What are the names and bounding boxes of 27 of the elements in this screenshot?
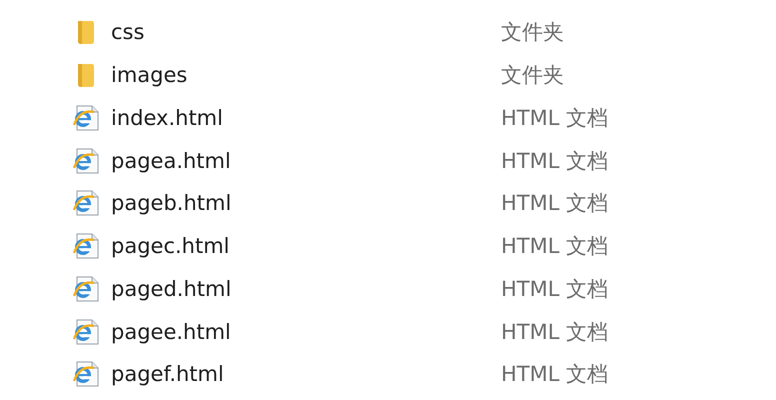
folder-icon: [76, 19, 96, 46]
file-name[interactable]: pagef.html: [111, 362, 501, 386]
web-page-icon: [70, 274, 100, 304]
file-name[interactable]: index.html: [111, 106, 501, 130]
file-name[interactable]: pagea.html: [111, 148, 501, 173]
web-page-icon: [70, 188, 100, 218]
file-type: 文件夹: [501, 19, 564, 46]
web-page-icon: [70, 146, 100, 176]
file-type: HTML 文档: [501, 104, 608, 132]
file-type: HTML 文档: [501, 276, 608, 303]
file-type: HTML 文档: [501, 190, 608, 218]
web-page-icon: [70, 359, 100, 390]
file-type: HTML 文档: [501, 233, 608, 260]
web-page-icon: [70, 102, 100, 133]
web-page-icon: [70, 316, 100, 347]
folder-icon: [76, 62, 96, 88]
file-type: HTML 文档: [501, 318, 608, 346]
file-type: 文件夹: [501, 62, 564, 90]
file-name[interactable]: paged.html: [111, 276, 501, 301]
file-name[interactable]: pageb.html: [111, 191, 501, 216]
file-name[interactable]: images: [111, 63, 501, 88]
file-name[interactable]: css: [111, 20, 501, 44]
web-page-icon: [70, 231, 100, 262]
file-type: HTML 文档: [501, 361, 608, 388]
file-type: HTML 文档: [501, 148, 608, 175]
file-name[interactable]: pagee.html: [111, 320, 501, 344]
file-name[interactable]: pagec.html: [111, 234, 501, 258]
